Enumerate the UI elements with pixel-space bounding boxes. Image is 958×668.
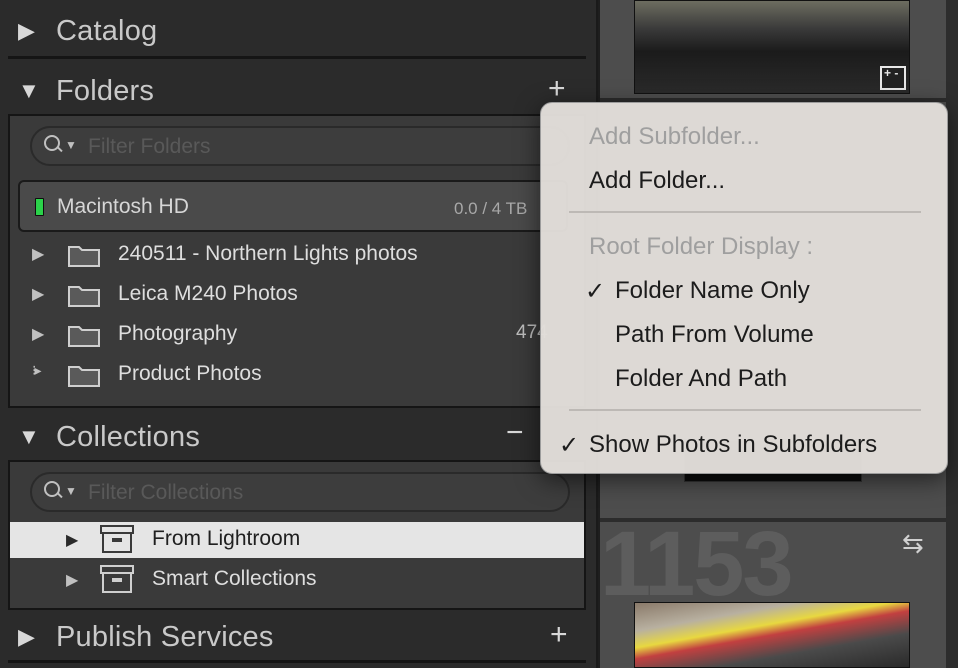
photo-thumbnail[interactable]	[634, 602, 910, 668]
divider	[8, 660, 586, 663]
chevron-down-icon: ▼	[65, 138, 77, 152]
collection-set-box-icon	[100, 565, 134, 593]
dotted-disclosure-triangle-icon[interactable]: ⁝▸	[32, 362, 42, 379]
volume-status-led-icon	[35, 198, 44, 216]
folder-icon	[68, 366, 100, 387]
menu-item-path-from-volume[interactable]: Path From Volume	[615, 321, 814, 349]
dotted-disclosure-triangle-icon[interactable]: ▶	[66, 530, 78, 550]
disclosure-triangle-icon[interactable]: ▶	[32, 244, 44, 264]
volume-name: Macintosh HD	[57, 195, 189, 218]
folders-title: Folders	[56, 75, 155, 107]
disclosure-triangle-icon[interactable]: ▶	[32, 284, 44, 304]
collapse-right-triangle-icon[interactable]: ▶	[18, 624, 35, 650]
expand-down-triangle-icon[interactable]: ▼	[18, 78, 40, 104]
expand-down-triangle-icon[interactable]: ▼	[18, 424, 40, 450]
catalog-section-header[interactable]: ▶ Catalog	[0, 8, 586, 58]
folder-label: 240511 - Northern Lights photos	[118, 242, 418, 265]
folder-label: Product Photos	[118, 362, 262, 385]
filter-folders-input[interactable]	[86, 132, 540, 162]
disclosure-triangle-icon[interactable]: ▶	[66, 570, 78, 590]
filter-folders-search[interactable]: ▼	[30, 126, 570, 166]
disclosure-triangle-icon[interactable]: ▶	[32, 324, 44, 344]
menu-heading-root-folder-display: Root Folder Display :	[589, 233, 814, 260]
folder-row[interactable]: ⁝▸ Product Photos	[10, 356, 584, 394]
volume-size: 0.0 / 4 TB	[454, 199, 528, 218]
menu-item-show-photos-in-subfolders[interactable]: Show Photos in Subfolders	[589, 431, 877, 459]
collections-title: Collections	[56, 421, 201, 453]
menu-item-add-subfolder[interactable]: Add Subfolder...	[589, 123, 760, 151]
checkmark-icon: ✓	[585, 278, 606, 305]
left-panel: ▶ Catalog ▼ Folders + ▼ Macintosh HD 0.0…	[0, 0, 598, 668]
publish-services-title: Publish Services	[56, 621, 274, 653]
volume-macintosh-hd[interactable]: Macintosh HD 0.0 / 4 TB	[18, 180, 568, 232]
checkmark-icon: ✓	[559, 432, 580, 459]
remove-collection-minus-icon[interactable]: −	[506, 416, 524, 450]
filter-collections-search[interactable]: ▼	[30, 472, 570, 512]
folder-label: Leica M240 Photos	[118, 282, 298, 305]
folder-icon	[68, 286, 100, 307]
filter-collections-input[interactable]	[86, 478, 540, 508]
folder-row[interactable]: ▶ Photography 474	[10, 316, 584, 354]
folder-icon	[68, 246, 100, 267]
divider	[8, 56, 586, 59]
collection-set-box-icon	[100, 525, 134, 553]
menu-item-folder-and-path[interactable]: Folder And Path	[615, 365, 787, 393]
develop-adjustments-badge-icon[interactable]	[880, 66, 906, 90]
add-folder-plus-icon[interactable]: +	[548, 72, 566, 106]
rotate-swap-arrows-icon[interactable]: ⇆	[902, 528, 924, 559]
folder-label: Photography	[118, 322, 238, 345]
menu-separator	[569, 409, 921, 411]
search-icon	[44, 135, 62, 153]
folder-row[interactable]: ▶ 240511 - Northern Lights photos	[10, 236, 584, 274]
collection-row-from-lightroom[interactable]: ▶ From Lightroom	[10, 522, 584, 558]
photo-thumbnail[interactable]	[634, 0, 910, 94]
menu-separator	[569, 211, 921, 213]
collection-label: Smart Collections	[152, 567, 317, 590]
collection-row-smart-collections[interactable]: ▶ Smart Collections	[10, 562, 584, 598]
folder-icon	[68, 326, 100, 347]
collapse-right-triangle-icon[interactable]: ▶	[18, 18, 35, 44]
publish-services-section-header[interactable]: ▶ Publish Services +	[0, 612, 586, 662]
folders-context-menu: Add Subfolder... Add Folder... Root Fold…	[540, 102, 948, 474]
collection-label: From Lightroom	[152, 527, 301, 550]
menu-item-add-folder[interactable]: Add Folder...	[589, 167, 725, 195]
add-publish-service-plus-icon[interactable]: +	[550, 618, 568, 652]
chevron-down-icon: ▼	[65, 484, 77, 498]
catalog-title: Catalog	[56, 15, 158, 47]
search-icon	[44, 481, 62, 499]
menu-item-folder-name-only[interactable]: Folder Name Only	[615, 277, 810, 305]
folder-row[interactable]: ▶ Leica M240 Photos	[10, 276, 584, 314]
collections-section-header[interactable]: ▼ Collections −	[0, 412, 586, 462]
folders-section-header[interactable]: ▼ Folders +	[0, 66, 586, 116]
